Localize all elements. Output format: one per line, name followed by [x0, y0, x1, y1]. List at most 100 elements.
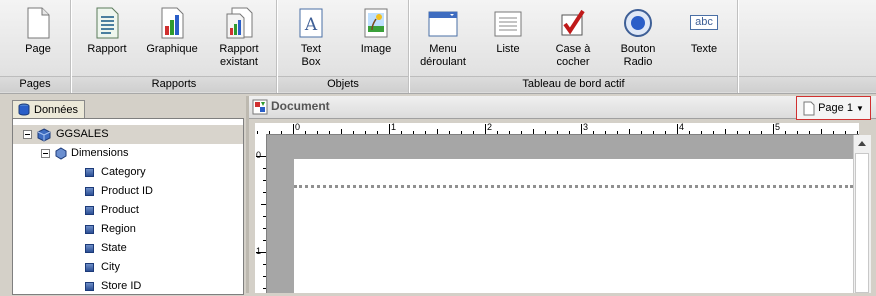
ruler-tick	[653, 131, 654, 134]
graphique-button[interactable]: Graphique	[144, 6, 200, 56]
ruler-tick	[261, 204, 266, 205]
ruler-label: 1	[256, 246, 262, 256]
collapse-icon[interactable]	[41, 149, 50, 158]
textbox-icon: A	[295, 6, 327, 40]
ruler-tick	[773, 124, 774, 134]
ruler-tick	[629, 129, 630, 134]
page-icon	[22, 6, 54, 40]
ruler-tick	[329, 131, 330, 134]
text-box-button[interactable]: A Text Box	[290, 6, 332, 69]
case-a-cocher-button[interactable]: Case à cocher	[550, 6, 596, 69]
ruler-tick	[509, 131, 510, 134]
ruler-tick	[497, 131, 498, 134]
ribbon-toolbar: Page Rapport Graphique Rapport existant …	[0, 0, 876, 94]
text-icon: abc	[688, 6, 720, 40]
vertical-scrollbar[interactable]	[853, 135, 871, 293]
document-title: Document	[271, 99, 330, 113]
ruler-tick	[593, 131, 594, 134]
group-label-rapports: Rapports	[72, 76, 276, 92]
bouton-radio-button[interactable]: Bouton Radio	[616, 6, 660, 69]
ruler-tick	[473, 131, 474, 134]
vertical-ruler: 01	[255, 134, 267, 293]
dropdown-menu-icon	[427, 6, 459, 40]
chart-icon	[156, 6, 188, 40]
page-button[interactable]: Page	[16, 6, 60, 56]
ruler-tick	[413, 131, 414, 134]
ruler-tick	[377, 131, 378, 134]
ruler-tick	[701, 131, 702, 134]
ruler-tick	[641, 131, 642, 134]
tree-field[interactable]: Store ID	[85, 277, 141, 296]
ruler-tick	[461, 131, 462, 134]
ruler-tick	[425, 131, 426, 134]
ruler-tick	[821, 129, 822, 134]
rapport-existant-button[interactable]: Rapport existant	[214, 6, 264, 69]
tree-node-dimensions[interactable]: Dimensions	[41, 144, 128, 163]
field-icon	[85, 225, 94, 234]
group-label-objets: Objets	[278, 76, 408, 92]
ruler-tick	[263, 180, 266, 181]
ruler-tick	[665, 131, 666, 134]
database-icon	[18, 103, 30, 116]
tree-field[interactable]: Product ID	[85, 182, 153, 201]
image-button[interactable]: Image	[355, 6, 397, 56]
tree-field[interactable]: State	[85, 239, 127, 258]
scrollbar-thumb[interactable]	[855, 153, 869, 293]
ruler-tick	[263, 168, 266, 169]
menu-deroulant-button[interactable]: Menu déroulant	[416, 6, 470, 69]
existing-report-icon	[223, 6, 255, 40]
collapse-icon[interactable]	[23, 130, 32, 139]
ruler-tick	[485, 124, 486, 134]
liste-button[interactable]: Liste	[488, 6, 528, 56]
ruler-tick	[353, 131, 354, 134]
ruler-tick	[617, 131, 618, 134]
tab-donnees[interactable]: Données	[12, 100, 86, 118]
ruler-tick	[521, 131, 522, 134]
ruler-label: 4	[679, 122, 685, 132]
checkbox-icon	[557, 6, 589, 40]
ruler-tick	[545, 131, 546, 134]
ruler-tick	[263, 264, 266, 265]
tree-field[interactable]: Product	[85, 201, 139, 220]
document-canvas[interactable]	[267, 135, 853, 293]
ruler-tick	[533, 129, 534, 134]
ruler-tick	[263, 276, 266, 277]
ruler-tick	[689, 131, 690, 134]
page-selector[interactable]: Page 1 ▼	[796, 96, 871, 120]
ruler-label: 5	[775, 122, 781, 132]
ruler-tick	[263, 216, 266, 217]
ruler-tick	[605, 131, 606, 134]
svg-text:A: A	[304, 15, 318, 35]
tree-field[interactable]: Region	[85, 220, 136, 239]
page-icon	[803, 101, 815, 115]
field-icon	[85, 187, 94, 196]
ruler-tick	[677, 124, 678, 134]
texte-button[interactable]: abc Texte	[684, 6, 724, 56]
ruler-tick	[437, 129, 438, 134]
ruler-tick	[263, 192, 266, 193]
ruler-tick	[365, 131, 366, 134]
scroll-up-icon[interactable]	[858, 141, 866, 146]
group-label-empty	[739, 76, 876, 92]
ruler-tick	[833, 131, 834, 134]
document-area: Document Page 1 ▼ 012345 01	[249, 96, 876, 293]
ruler-tick	[797, 131, 798, 134]
group-label-pages: Pages	[0, 76, 70, 92]
data-tree: GGSALES Dimensions Category Product ID P…	[12, 118, 244, 295]
document-page[interactable]	[294, 159, 853, 293]
tree-field[interactable]: Category	[85, 163, 146, 182]
page-selector-label: Page 1	[818, 102, 853, 114]
ruler-tick	[317, 131, 318, 134]
ruler-label: 0	[295, 122, 301, 132]
field-icon	[85, 263, 94, 272]
ruler-tick	[263, 288, 266, 289]
ruler-tick	[785, 131, 786, 134]
tree-node-ggsales[interactable]: GGSALES	[23, 125, 109, 144]
ruler-tick	[341, 129, 342, 134]
tree-field[interactable]: City	[85, 258, 120, 277]
rapport-button[interactable]: Rapport	[84, 6, 130, 56]
ruler-tick	[857, 131, 858, 134]
ruler-tick	[269, 131, 270, 134]
dimension-cube-icon	[55, 147, 67, 160]
field-icon	[85, 168, 94, 177]
